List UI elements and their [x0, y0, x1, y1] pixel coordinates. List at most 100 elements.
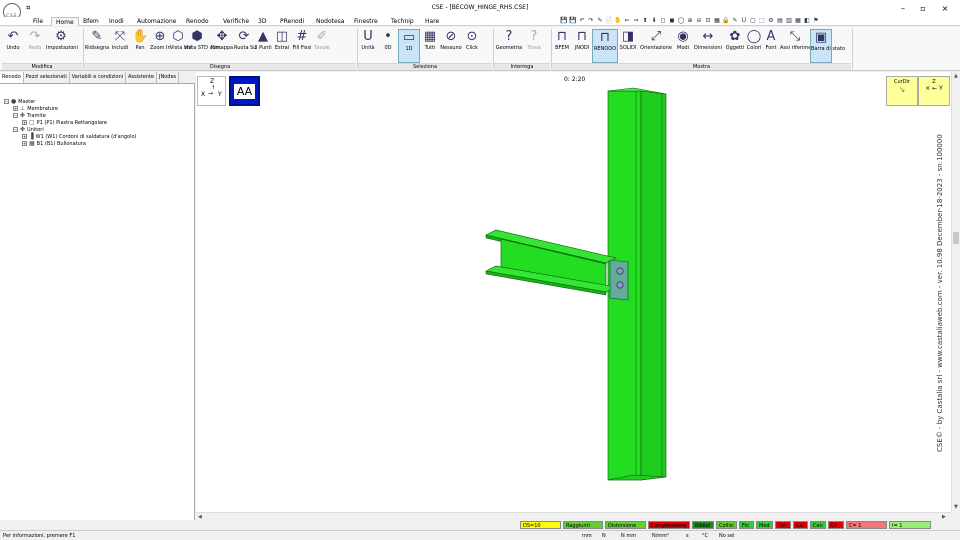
collapse-icon[interactable]: −	[4, 99, 9, 104]
quick-tool-icon[interactable]: ◻	[659, 17, 667, 25]
quick-tool-icon[interactable]: 🔒	[722, 17, 730, 25]
panel-tab-renodo[interactable]: Renodo	[0, 72, 24, 83]
quick-tool-icon[interactable]: ⊡	[704, 17, 712, 25]
tree-node[interactable]: + ▦ B1 (B1) Bullonatura	[4, 140, 192, 147]
ridisegna-button[interactable]: ✎ Ridisegna	[84, 29, 110, 63]
quick-tool-icon[interactable]: ⊕	[686, 17, 694, 25]
quick-tool-icon[interactable]: ⚙	[767, 17, 775, 25]
maximize-button[interactable]: ▫	[916, 3, 930, 14]
expand-icon[interactable]: +	[22, 120, 27, 125]
undo-button[interactable]: ↶ Undo	[2, 29, 24, 63]
font-button[interactable]: A Font	[762, 29, 780, 63]
quick-tool-icon[interactable]: ⬆	[641, 17, 649, 25]
panel-tab-pezzi-selezionati[interactable]: Pezzi selezionati	[24, 72, 70, 83]
quick-tool-icon[interactable]: ⬚	[758, 17, 766, 25]
dimensioni-button[interactable]: ↔ Dimensioni	[692, 29, 724, 63]
unit-n-mm[interactable]: N mm	[621, 532, 636, 540]
menu-tab-automazione[interactable]: Automazione	[133, 17, 180, 26]
quick-tool-icon[interactable]: ▢	[749, 17, 757, 25]
filter-chip-i-1[interactable]: I= 1	[889, 521, 931, 529]
quick-tool-icon[interactable]: 💾	[560, 17, 568, 25]
filter-chip-c-1[interactable]: C= 1	[846, 521, 887, 529]
geometria-button[interactable]: ? Geometria	[494, 29, 524, 63]
quick-tool-icon[interactable]: ▦	[713, 17, 721, 25]
menu-tab-finestre[interactable]: Finestre	[350, 17, 382, 26]
expand-icon[interactable]: +	[13, 106, 18, 111]
quick-tool-icon[interactable]: ◯	[677, 17, 685, 25]
filter-chip-cal[interactable]: Cal	[793, 521, 808, 529]
quick-tool-icon[interactable]: U	[740, 17, 748, 25]
jnodi-button[interactable]: ⊓ JNODI	[572, 29, 592, 63]
tree-node[interactable]: + ⊥ Membrature	[4, 105, 192, 112]
quick-tool-icon[interactable]: ✎	[596, 17, 604, 25]
unit-mm[interactable]: mm	[582, 532, 592, 540]
1d-button[interactable]: ▭ 1D	[398, 29, 420, 63]
fili-fissi-button[interactable]: # Fili Fissi	[292, 29, 312, 63]
menu-tab-hare[interactable]: Hare	[421, 17, 443, 26]
expand-icon[interactable]: +	[22, 141, 27, 146]
tree-node[interactable]: + ▢ P1 (P1) Piastra Rettangolare	[4, 119, 192, 126]
trova-button[interactable]: ? Trova	[524, 29, 544, 63]
tree-node[interactable]: + ▐ W1 (W1) Cordoni di saldatura (d'angolo…	[4, 133, 192, 140]
quick-tool-icon[interactable]: ⚑	[812, 17, 820, 25]
quick-tool-icon[interactable]: ✎	[731, 17, 739, 25]
expand-icon[interactable]: +	[22, 134, 27, 139]
quick-tool-icon[interactable]: ⬇	[650, 17, 658, 25]
model-drawing[interactable]	[196, 72, 951, 512]
collapse-icon[interactable]: −	[13, 113, 18, 118]
assi-riferimento-button[interactable]: ⤡ Assi riferimento	[780, 29, 819, 63]
minimize-button[interactable]: –	[896, 3, 910, 14]
menu-tab-3d[interactable]: 3D	[254, 17, 270, 26]
horizontal-scrollbar[interactable]: ◀ ▶	[196, 512, 951, 520]
scroll-up-icon[interactable]: ▲	[954, 73, 958, 79]
tree-node[interactable]: − ● Master	[4, 98, 192, 105]
barra-di-stato-button[interactable]: ▣ Barra di stato	[810, 29, 845, 63]
beam-i-section[interactable]	[485, 229, 617, 296]
panel-tab-jnodes[interactable]: JNodes	[157, 72, 180, 83]
unit-n-mm[interactable]: N/mm²	[652, 532, 669, 540]
quick-tool-icon[interactable]: ✋	[614, 17, 622, 25]
tutti-button[interactable]: ▦ Tutti	[420, 29, 440, 63]
collapse-icon[interactable]: −	[13, 127, 18, 132]
quick-tool-icon[interactable]: ⇐	[623, 17, 631, 25]
impostazioni-button[interactable]: ⚙ Impostazioni	[46, 29, 78, 63]
tree-node[interactable]: − ✤ Unitori	[4, 126, 192, 133]
filter-chip-fin[interactable]: Fin	[739, 521, 754, 529]
bfem-button[interactable]: ⊓ BFEM	[552, 29, 572, 63]
menu-tab-technip[interactable]: Technip	[387, 17, 418, 26]
menu-tab-inodi[interactable]: Inodi	[105, 17, 128, 26]
redo-button[interactable]: ↷ Redo	[24, 29, 46, 63]
quick-tool-icon[interactable]: ▥	[785, 17, 793, 25]
filter-chip-rilievi[interactable]: Rilievi	[692, 521, 714, 529]
unit-button[interactable]: U Unità	[358, 29, 378, 63]
renodo-button[interactable]: ⊓ RENODO	[592, 29, 618, 63]
quick-tool-icon[interactable]: ↷	[587, 17, 595, 25]
quick-tool-icon[interactable]: ↶	[578, 17, 586, 25]
menu-tab-prenodi[interactable]: PRenodi	[276, 17, 308, 26]
unit-c[interactable]: °C	[702, 532, 708, 540]
solidi-button[interactable]: ◨ SOLIDI	[618, 29, 638, 63]
oggetti-button[interactable]: ✿ Oggetti	[724, 29, 746, 63]
tavole-button[interactable]: ✐ Tavole	[312, 29, 332, 63]
vertical-scrollbar[interactable]: ▲ ▼	[951, 72, 960, 512]
menu-tab-file[interactable]: File	[29, 17, 47, 26]
scroll-down-icon[interactable]: ▼	[954, 504, 958, 510]
filter-chip-ct[interactable]: Ct	[828, 521, 844, 529]
panel-tab-assistente[interactable]: Assistente	[126, 72, 157, 83]
menu-tab-nodotesa[interactable]: Nodotesa	[312, 17, 349, 26]
orientazione-button[interactable]: ⤢ Orientazione	[638, 29, 674, 63]
zoom-in-button[interactable]: ⊕ Zoom In	[150, 29, 171, 63]
menu-tab-verifiche[interactable]: Verifiche	[219, 17, 253, 26]
nessuno-button[interactable]: ⊘ Nessuno	[440, 29, 462, 63]
quick-tool-icon[interactable]: 📄	[605, 17, 613, 25]
menu-tab-bfem[interactable]: Bfem	[79, 17, 103, 26]
filter-chip-collisi[interactable]: Collisi	[716, 521, 737, 529]
quick-tool-icon[interactable]: ◧	[803, 17, 811, 25]
tree-node[interactable]: − ✤ Tramite	[4, 112, 192, 119]
filter-chip-cen[interactable]: Cen	[810, 521, 826, 529]
filter-chip-compressione[interactable]: Compressione	[648, 521, 690, 529]
3d-viewport[interactable]: Z ↑ X → Y AA 0: 2:20 CurDir ↘ Z × ← Y CS…	[196, 72, 951, 512]
3-punti-button[interactable]: ▲ 3 Punti	[254, 29, 272, 63]
estrai-button[interactable]: ◫ Estrai	[272, 29, 292, 63]
quick-tool-icon[interactable]: ◼	[668, 17, 676, 25]
